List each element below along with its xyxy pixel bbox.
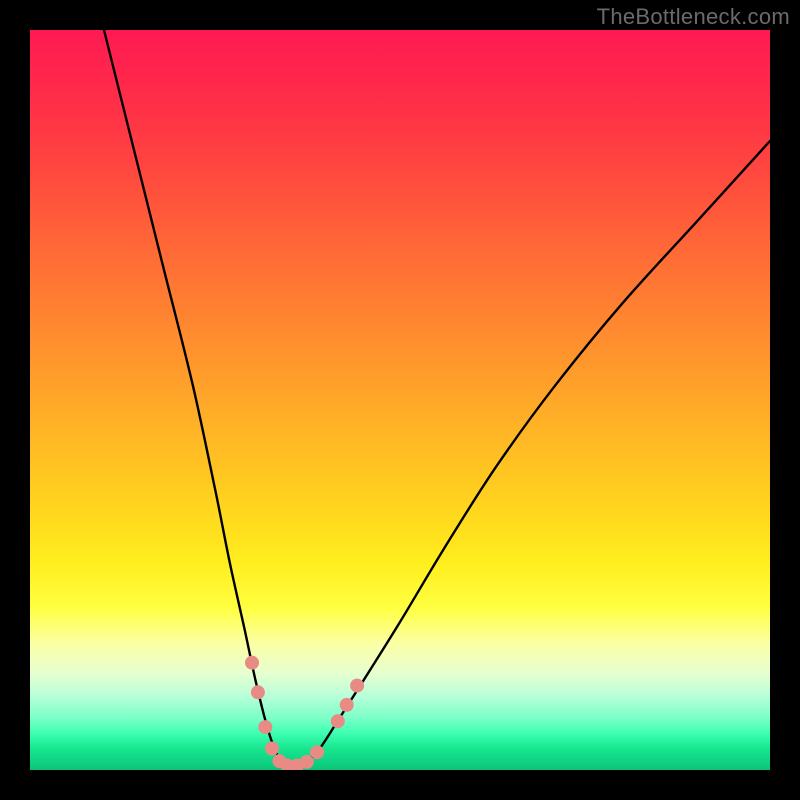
marker-dot [350,679,364,693]
marker-dot [331,714,345,728]
marker-dot [258,720,272,734]
plot-area [30,30,770,770]
marker-dot [340,698,354,712]
watermark-text: TheBottleneck.com [597,4,790,30]
marker-dot [245,656,259,670]
curve-overlay [30,30,770,770]
marker-dot [265,742,279,756]
chart-frame: TheBottleneck.com [0,0,800,800]
bottleneck-curve [104,30,770,767]
marker-dot [310,745,324,759]
marker-dot [300,755,314,769]
marker-dot [251,685,265,699]
